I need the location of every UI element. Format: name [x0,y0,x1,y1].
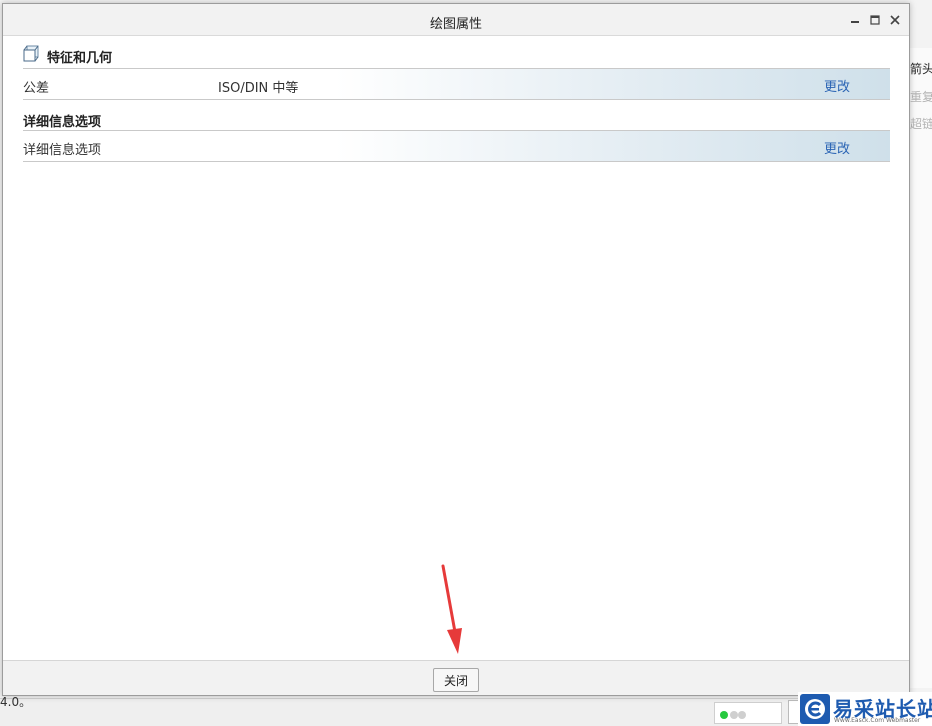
property-name-detail-options: 详细信息选项 [23,143,102,158]
drawing-properties-dialog: 绘图属性 特征和几何 公差 ISO/DIN 中等 更改 详细信息选项 详细信息选… [2,3,910,696]
close-icon [890,15,900,25]
background-panel-label-hyperlink: 超链 [910,117,932,131]
status-dot-gray-icon [738,711,746,719]
status-dot-green-icon [720,711,728,719]
background-panel-label-repeat: 重复 [910,90,932,104]
section-heading-detail-options: 详细信息选项 [23,115,102,130]
maximize-button[interactable] [865,10,885,30]
dialog-title: 绘图属性 [429,17,482,32]
minimize-icon [851,21,859,23]
property-name-tolerance: 公差 [23,81,50,96]
watermark-logo-icon [800,694,830,724]
property-row-tolerance: 公差 ISO/DIN 中等 更改 [23,68,890,100]
minimize-button[interactable] [845,10,865,30]
features-geometry-icon [23,45,39,62]
close-button[interactable]: 关闭 [433,668,479,692]
section-heading-features-geometry: 特征和几何 [47,51,113,66]
maximize-icon [870,15,880,25]
status-dot-gray-icon [730,711,738,719]
status-indicator[interactable] [714,702,782,724]
annotation-arrow-icon [441,564,462,654]
watermark-url: Www.Easck.Com Webmaster [834,717,921,724]
property-value-tolerance: ISO/DIN 中等 [218,81,299,96]
change-tolerance-link[interactable]: 更改 [824,76,850,95]
dialog-title-bar[interactable]: 绘图属性 [3,4,909,36]
property-row-detail-options: 详细信息选项 更改 [23,130,890,162]
site-watermark: 易采站长站 Www.Easck.Com Webmaster [798,692,932,726]
dialog-footer: 关闭 [3,660,909,695]
close-window-button[interactable] [885,10,905,30]
change-detail-options-link[interactable]: 更改 [824,138,850,157]
background-panel-label-arrow[interactable]: 箭头 [910,60,932,77]
